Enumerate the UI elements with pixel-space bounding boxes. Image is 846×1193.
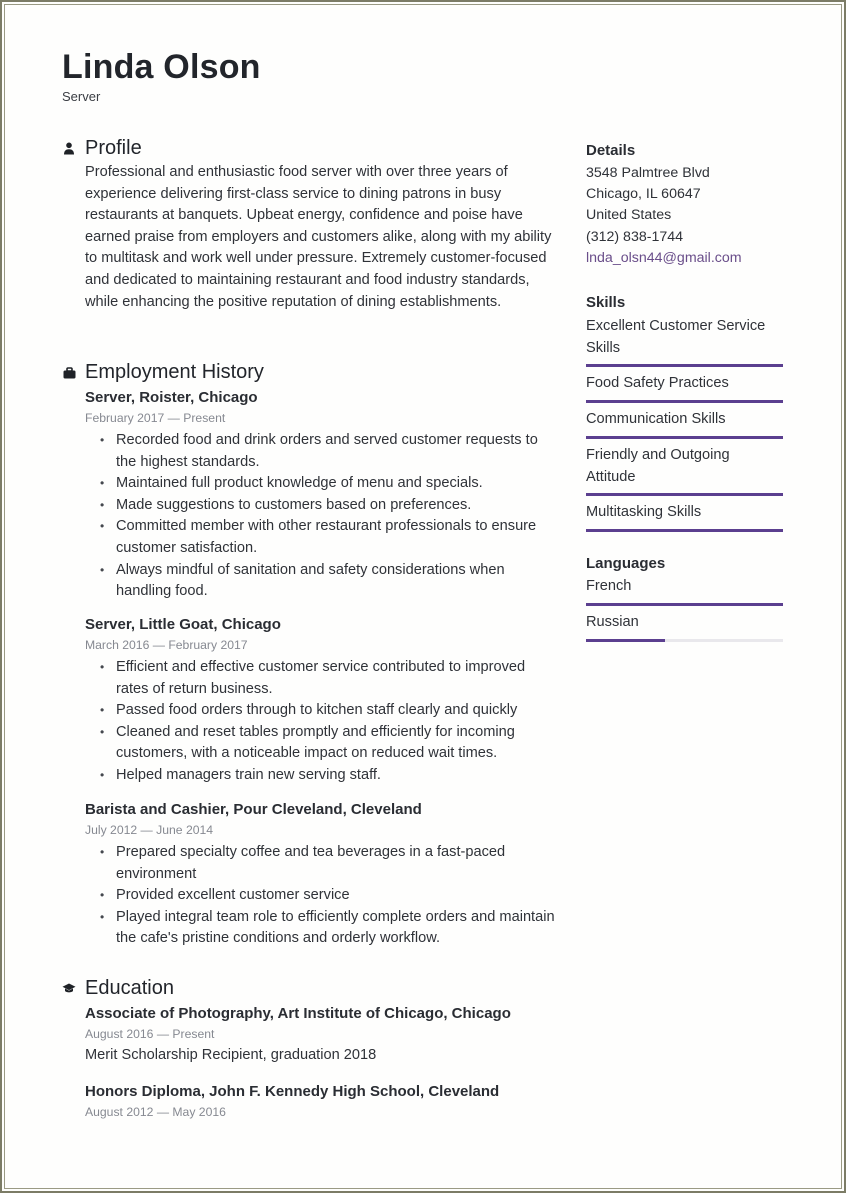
profile-summary: Professional and enthusiastic food serve…: [85, 164, 552, 310]
education-title: Honors Diploma, John F. Kennedy High Sch…: [85, 1083, 500, 1100]
skills-heading: Skills: [586, 294, 626, 311]
candidate-name: Linda Olson: [62, 48, 261, 86]
job-title-subtitle: Server: [62, 89, 101, 104]
job-bullets: Efficient and effective customer service…: [85, 657, 555, 787]
skill-level-bar: [586, 528, 783, 532]
country: United States: [586, 207, 672, 223]
skill-label: Excellent Customer Service Skills: [586, 318, 766, 356]
skill-label: Multitasking Skills: [586, 504, 702, 520]
address-line-1: 3548 Palmtree Blvd: [586, 165, 710, 181]
skill-level-bar: [586, 399, 783, 403]
language-label: French: [586, 578, 632, 594]
job-bullet: Always mindful of sanitation and safety …: [100, 560, 555, 603]
employment-section-header: Employment History: [62, 361, 264, 384]
details-heading: Details: [586, 142, 636, 159]
education-section-header: Education: [62, 977, 174, 1000]
job-bullet: Maintained full product knowledge of men…: [100, 473, 555, 495]
skill-item: Communication Skills: [586, 409, 783, 439]
skill-item: Friendly and Outgoing Attitude: [586, 445, 783, 497]
education-dates: August 2012 — May 2016: [85, 1105, 226, 1119]
job-bullet: Helped managers train new serving staff.: [100, 765, 555, 787]
skill-level-fill: [586, 364, 783, 368]
skill-level-fill: [586, 528, 783, 532]
language-item: Russian: [586, 612, 783, 642]
job-bullet: Prepared specialty coffee and tea bevera…: [100, 842, 555, 885]
skill-level-bar: [586, 493, 783, 497]
job-title: Server, Roister, Chicago: [85, 389, 258, 406]
job-title: Server, Little Goat, Chicago: [85, 616, 281, 633]
profile-section-header: Profile: [62, 137, 142, 160]
skill-level-fill: [586, 435, 783, 439]
skill-level-fill: [586, 399, 783, 403]
language-level-fill: [586, 602, 783, 606]
language-level-fill: [586, 638, 665, 642]
job-bullet: Made suggestions to customers based on p…: [100, 495, 555, 517]
language-level-bar: [586, 602, 783, 606]
job-dates: February 2017 — Present: [85, 411, 226, 425]
skill-label: Communication Skills: [586, 411, 726, 427]
job-bullets: Prepared specialty coffee and tea bevera…: [85, 842, 555, 950]
job-bullet: Provided excellent customer service: [100, 885, 555, 907]
job-dates: July 2012 — June 2014: [85, 823, 214, 837]
education-note: Merit Scholarship Recipient, graduation …: [85, 1047, 377, 1063]
education-heading: Education: [85, 977, 174, 999]
skill-item: Multitasking Skills: [586, 502, 783, 532]
skill-level-bar: [586, 435, 783, 439]
skill-label: Food Safety Practices: [586, 375, 729, 391]
briefcase-icon: [62, 366, 76, 380]
graduation-cap-icon: [62, 982, 76, 996]
job-bullet: Recorded food and drink orders and serve…: [100, 430, 555, 473]
phone-number: (312) 838-1744: [586, 229, 684, 245]
job-dates: March 2016 — February 2017: [85, 638, 248, 652]
skill-level-bar: [586, 364, 783, 368]
email-link[interactable]: lnda_olsn44@gmail.com: [586, 250, 742, 266]
education-dates: August 2016 — Present: [85, 1027, 215, 1041]
job-bullet: Cleaned and reset tables promptly and ef…: [100, 722, 555, 765]
employment-heading: Employment History: [85, 361, 264, 383]
language-level-bar: [586, 638, 783, 642]
job-bullets: Recorded food and drink orders and serve…: [85, 430, 555, 603]
job-bullet: Efficient and effective customer service…: [100, 657, 555, 700]
profile-heading: Profile: [85, 137, 142, 159]
job-bullet: Committed member with other restaurant p…: [100, 516, 555, 559]
skill-item: Food Safety Practices: [586, 373, 783, 403]
address-line-2: Chicago, IL 60647: [586, 186, 701, 202]
person-icon: [62, 142, 76, 156]
job-bullet: Played integral team role to efficiently…: [100, 907, 555, 950]
languages-heading: Languages: [586, 555, 666, 572]
language-label: Russian: [586, 614, 639, 630]
skill-level-fill: [586, 493, 783, 497]
language-item: French: [586, 576, 783, 606]
skill-item: Excellent Customer Service Skills: [586, 316, 783, 368]
skill-label: Friendly and Outgoing Attitude: [586, 447, 730, 485]
job-bullet: Passed food orders through to kitchen st…: [100, 700, 555, 722]
job-title: Barista and Cashier, Pour Cleveland, Cle…: [85, 801, 422, 818]
education-title: Associate of Photography, Art Institute …: [85, 1005, 511, 1022]
